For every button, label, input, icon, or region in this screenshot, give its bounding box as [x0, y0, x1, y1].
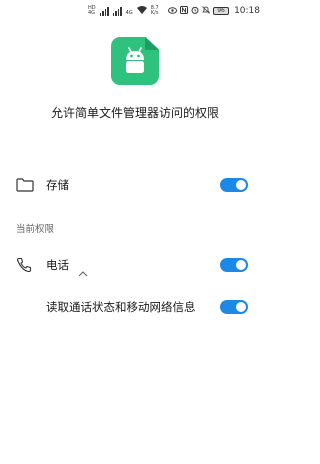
nfc-icon [180, 6, 189, 16]
android-robot-icon [126, 47, 144, 73]
permission-label-storage: 存储 [46, 178, 69, 192]
android-file-icon [111, 37, 159, 85]
toggle-knob [236, 260, 246, 270]
section-title-current-permissions: 当前权限 [16, 224, 55, 235]
phone-icon [16, 257, 32, 277]
permission-row-storage[interactable]: 存储 [0, 170, 270, 200]
folder-icon [16, 177, 34, 196]
permission-label-phone: 电话 [46, 258, 69, 272]
chevron-up-icon[interactable] [78, 262, 88, 281]
signal-icon [112, 7, 122, 16]
phone-toggle[interactable] [220, 258, 248, 272]
mute-icon [202, 6, 211, 16]
permission-row-phone[interactable]: 电话 [0, 250, 270, 280]
permission-row-call-state[interactable]: 读取通话状态和移动网络信息 [0, 292, 270, 322]
network-speed: 8.7 K/s [151, 6, 159, 16]
toggle-knob [236, 180, 246, 190]
status-bar: HD 4G 4G 8.7 K/s 96 10:18 [0, 0, 270, 26]
storage-toggle[interactable] [220, 178, 248, 192]
permission-screen: HD 4G 4G 8.7 K/s 96 10:18 允许简单文件管理器访问的权限… [0, 0, 270, 464]
toggle-knob [236, 302, 246, 312]
alarm-icon [191, 6, 199, 16]
clock: 10:18 [234, 6, 260, 16]
signal-icon [99, 7, 109, 16]
status-bar-signals: HD 4G 4G 8.7 K/s [88, 6, 159, 16]
wifi-icon [136, 6, 147, 16]
battery-icon: 96 [213, 7, 230, 15]
network-type: 4G [125, 10, 133, 16]
hd-icon: HD 4G [88, 5, 96, 16]
app-icon-fold [145, 37, 159, 50]
network-speed-unit: K/s [150, 10, 159, 16]
permission-label-call-state: 读取通话状态和移动网络信息 [46, 300, 196, 314]
eye-icon [168, 6, 178, 16]
status-bar-right: 96 10:18 [168, 6, 260, 16]
call-state-toggle[interactable] [220, 300, 248, 314]
page-title: 允许简单文件管理器访问的权限 [50, 106, 219, 120]
